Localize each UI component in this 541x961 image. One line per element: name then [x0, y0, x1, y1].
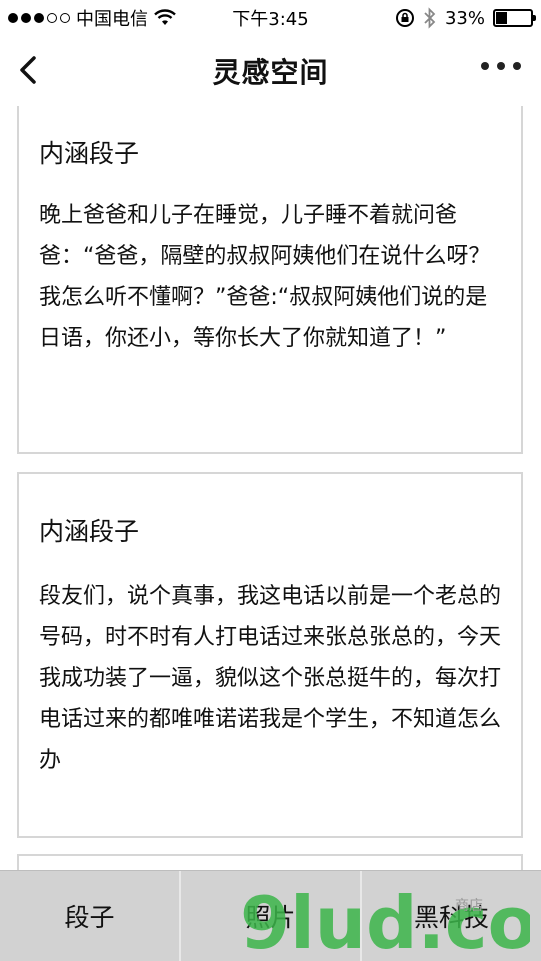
rotation-lock-icon [395, 9, 414, 27]
signal-strength-icon [8, 13, 70, 23]
tab-jokes[interactable]: 段子 [0, 871, 181, 961]
page-title: 灵感空间 [212, 56, 329, 89]
joke-card[interactable]: 内涵段子 晚上爸爸和儿子在睡觉，儿子睡不着就问爸爸：“爸爸，隔壁的叔叔阿姨他们在… [17, 106, 523, 454]
more-options-icon[interactable] [481, 62, 521, 70]
card-body: 段友们，说个真事，我这电话以前是一个老总的号码，时不时有人打电话过来张总张总的，… [39, 584, 502, 773]
battery-percent: 33% [444, 7, 485, 29]
tab-photos[interactable]: 照片 [181, 871, 362, 961]
status-left: 中国电信 [8, 5, 176, 31]
tab-tech[interactable]: 黑科技 [362, 871, 541, 961]
joke-list[interactable]: 内涵段子 晚上爸爸和儿子在睡觉，儿子睡不着就问爸爸：“爸爸，隔壁的叔叔阿姨他们在… [0, 106, 541, 870]
carrier-label: 中国电信 [76, 9, 148, 30]
back-chevron-icon[interactable] [14, 50, 44, 90]
card-title: 内涵段子 [39, 139, 140, 168]
status-bar: 中国电信 下午3:45 33% [0, 0, 541, 36]
battery-icon [493, 9, 536, 27]
bluetooth-icon [424, 7, 436, 29]
tab-bar: 段子 照片 黑科技 [0, 870, 541, 961]
joke-card[interactable] [17, 854, 523, 870]
nav-bar: 灵感空间 [0, 36, 541, 106]
status-right: 33% [395, 7, 536, 29]
card-title: 内涵段子 [39, 517, 140, 546]
card-body: 晚上爸爸和儿子在睡觉，儿子睡不着就问爸爸：“爸爸，隔壁的叔叔阿姨他们在说什么呀？… [39, 203, 491, 351]
wifi-icon [154, 9, 176, 25]
joke-card[interactable]: 内涵段子 段友们，说个真事，我这电话以前是一个老总的号码，时不时有人打电话过来张… [17, 472, 523, 838]
